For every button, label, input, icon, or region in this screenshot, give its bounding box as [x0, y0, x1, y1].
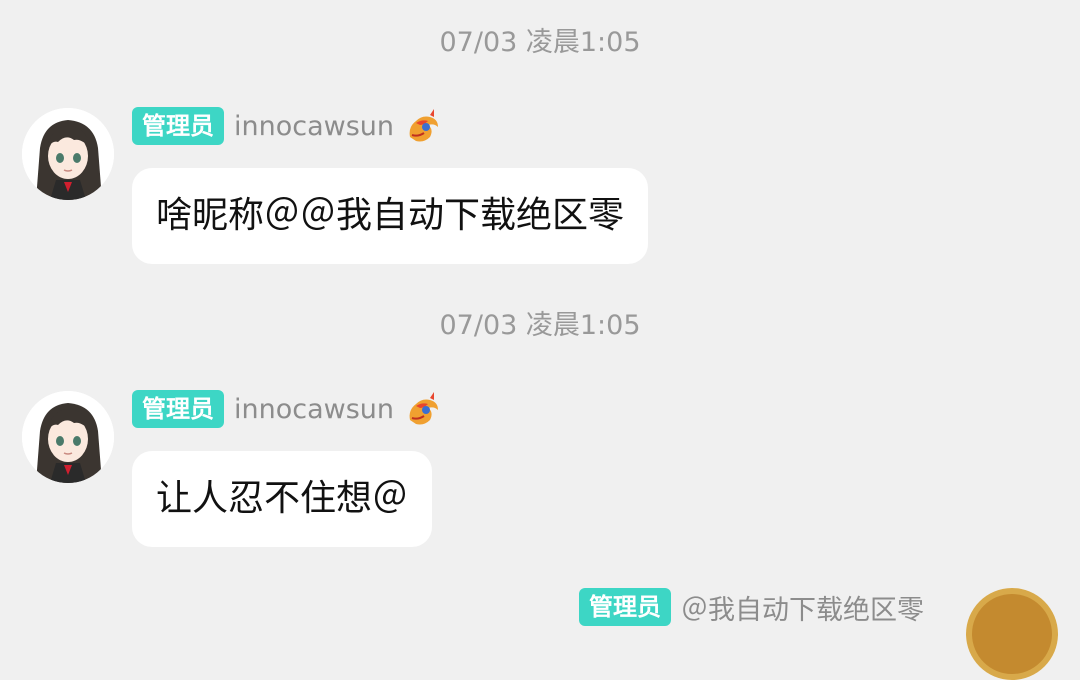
message-timestamp: 07/03 凌晨1:05 — [439, 310, 641, 341]
anime-avatar-icon — [22, 391, 114, 483]
role-badge: 管理员 — [132, 107, 224, 145]
message-meta: 管理员 innocawsun — [132, 390, 442, 428]
self-message-preview: ＠我自动下载绝区零 — [681, 594, 924, 626]
role-badge: 管理员 — [132, 390, 224, 428]
message-bubble: 啥昵称＠＠我自动下载绝区零 — [132, 168, 649, 264]
user-avatar[interactable] — [22, 108, 114, 200]
message-meta: 管理员 innocawsun — [132, 107, 442, 145]
message-bubble: 让人忍不住想＠ — [132, 451, 433, 547]
user-avatar[interactable] — [22, 391, 114, 483]
self-avatar[interactable] — [966, 588, 1058, 680]
username[interactable]: innocawsun — [234, 394, 394, 425]
anime-avatar-icon — [22, 108, 114, 200]
dragon-medal-icon — [409, 392, 439, 425]
message-timestamp: 07/03 凌晨1:05 — [439, 27, 641, 58]
dragon-medal-icon — [409, 109, 439, 142]
self-avatar-icon — [966, 588, 1058, 680]
username[interactable]: innocawsun — [234, 111, 394, 142]
role-badge: 管理员 — [579, 588, 671, 626]
self-message-meta: 管理员 ＠我自动下载绝区零 — [579, 588, 924, 626]
